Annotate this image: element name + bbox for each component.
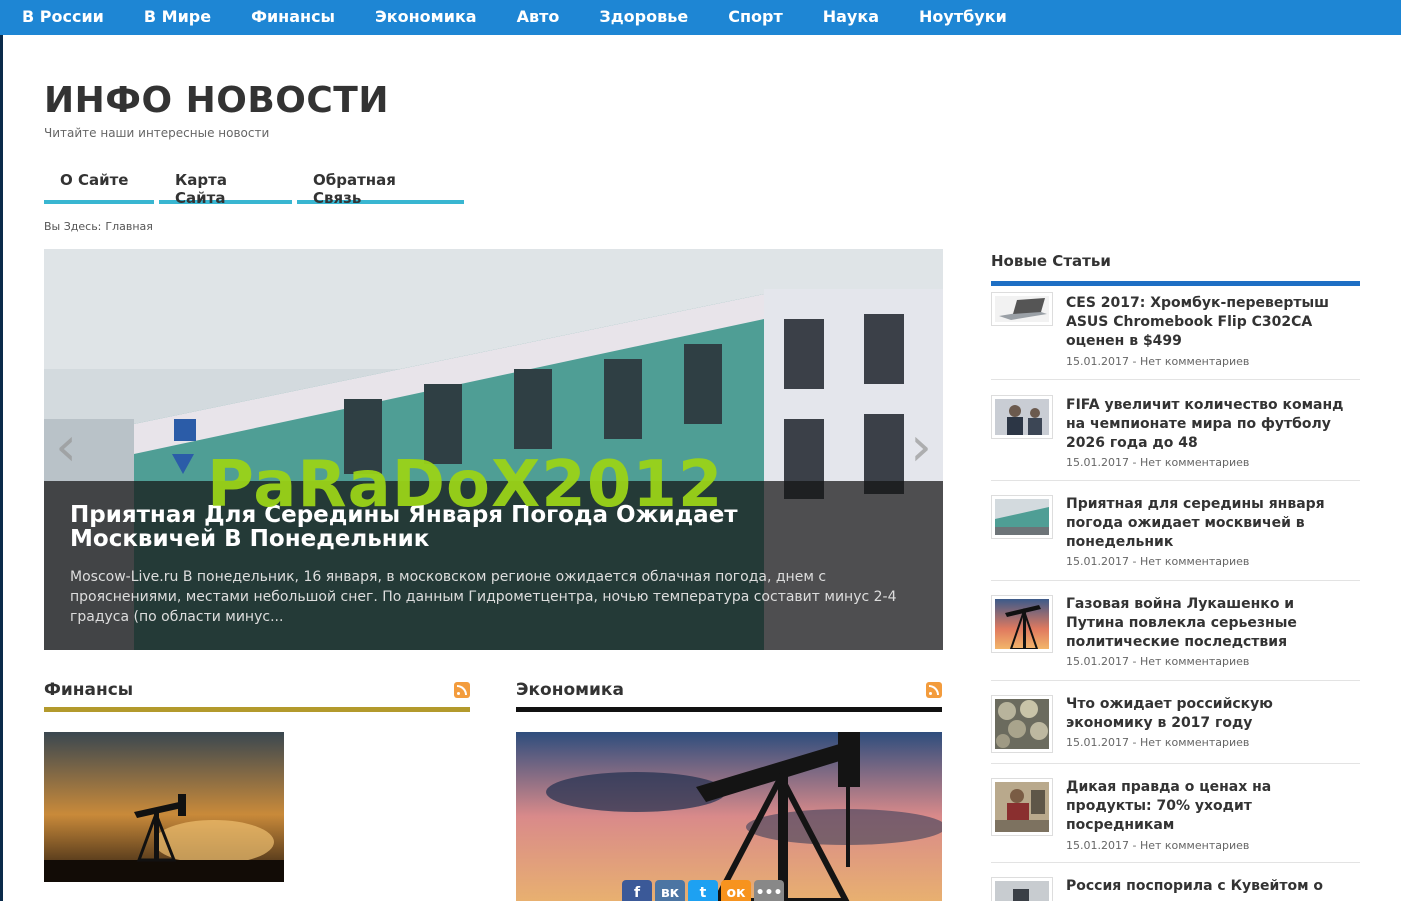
- slide-title[interactable]: Приятная Для Середины Января Погода Ожид…: [70, 503, 790, 551]
- post-title[interactable]: Россия поспорила с Кувейтом о: [1066, 877, 1356, 896]
- category-finance: Финансы: [44, 676, 470, 882]
- page-link-about[interactable]: О Сайте: [44, 166, 154, 204]
- category-finance-title[interactable]: Финансы: [44, 680, 133, 700]
- post-meta: 15.01.2017 - Нет комментариев: [1066, 736, 1250, 749]
- category-finance-heading: Финансы: [44, 676, 470, 712]
- odnoklassniki-icon[interactable]: ок: [721, 880, 751, 901]
- post-thumbnail[interactable]: [991, 695, 1053, 753]
- breadcrumb-label: Вы Здесь:: [44, 220, 102, 233]
- share-buttons: f вк t ок •••: [622, 880, 787, 901]
- list-item: Приятная для середины января погода ожид…: [991, 481, 1360, 581]
- sidebar-title: Новые Статьи: [991, 249, 1360, 286]
- page-link-sitemap[interactable]: Карта Сайта: [159, 166, 292, 207]
- left-edge-strip: [0, 0, 3, 901]
- nav-item-science[interactable]: Наука: [803, 0, 899, 35]
- post-title[interactable]: Приятная для середины января погода ожид…: [1066, 495, 1356, 552]
- more-icon[interactable]: •••: [754, 880, 784, 901]
- post-title[interactable]: FIFA увеличит количество команд на чемпи…: [1066, 396, 1356, 453]
- vk-icon[interactable]: вк: [655, 880, 685, 901]
- nav-item-economy[interactable]: Экономика: [355, 0, 497, 35]
- nav-item-finance[interactable]: Финансы: [231, 0, 355, 35]
- post-thumbnail[interactable]: [991, 877, 1053, 901]
- category-economy: Экономика: [516, 676, 942, 901]
- post-meta: 15.01.2017 - Нет комментариев: [1066, 555, 1250, 568]
- post-title[interactable]: CES 2017: Хромбук-перевертыш ASUS Chrome…: [1066, 294, 1356, 351]
- post-meta: 15.01.2017 - Нет комментариев: [1066, 839, 1250, 852]
- finance-article-image[interactable]: [44, 732, 284, 882]
- rss-icon[interactable]: [454, 682, 470, 698]
- list-item: Газовая война Лукашенко и Путина повлекл…: [991, 581, 1360, 681]
- slider-next-arrow[interactable]: ›: [901, 420, 941, 474]
- post-thumbnail[interactable]: [991, 292, 1053, 326]
- category-economy-heading: Экономика: [516, 676, 942, 712]
- nav-item-health[interactable]: Здоровье: [579, 0, 708, 35]
- post-thumbnail[interactable]: [991, 495, 1053, 539]
- facebook-icon[interactable]: f: [622, 880, 652, 901]
- breadcrumb: Вы Здесь: Главная: [44, 220, 153, 233]
- page-link-contact[interactable]: Обратная Связь: [297, 166, 464, 207]
- list-item: Дикая правда о ценах на продукты: 70% ух…: [991, 764, 1360, 863]
- post-thumbnail[interactable]: [991, 595, 1053, 653]
- list-item: FIFA увеличит количество команд на чемпи…: [991, 380, 1360, 481]
- post-title[interactable]: Газовая война Лукашенко и Путина повлекл…: [1066, 595, 1356, 652]
- sidebar-post-list: CES 2017: Хромбук-перевертыш ASUS Chrome…: [991, 286, 1360, 901]
- nav-item-laptops[interactable]: Ноутбуки: [899, 0, 1027, 35]
- site-title[interactable]: ИНФО НОВОСТИ: [44, 80, 389, 121]
- post-meta: 15.01.2017 - Нет комментариев: [1066, 655, 1250, 668]
- twitter-icon[interactable]: t: [688, 880, 718, 901]
- sidebar-recent-posts: Новые Статьи: [991, 249, 1360, 286]
- post-title[interactable]: Что ожидает российскую экономику в 2017 …: [1066, 695, 1356, 733]
- list-item: CES 2017: Хромбук-перевертыш ASUS Chrome…: [991, 286, 1360, 380]
- post-thumbnail[interactable]: [991, 778, 1053, 836]
- nav-item-sport[interactable]: Спорт: [708, 0, 803, 35]
- nav-item-auto[interactable]: Авто: [497, 0, 580, 35]
- nav-item-russia[interactable]: В России: [2, 0, 124, 35]
- slide-caption: Приятная Для Середины Января Погода Ожид…: [44, 481, 943, 650]
- site-description: Читайте наши интересные новости: [44, 126, 270, 140]
- featured-slider[interactable]: ‹ › Приятная Для Середины Января Погода …: [44, 249, 943, 650]
- economy-article-image[interactable]: [516, 732, 942, 901]
- post-title[interactable]: Дикая правда о ценах на продукты: 70% ух…: [1066, 778, 1356, 835]
- category-economy-title[interactable]: Экономика: [516, 680, 624, 700]
- nav-item-world[interactable]: В Мире: [124, 0, 231, 35]
- post-thumbnail[interactable]: [991, 395, 1053, 439]
- list-item: Что ожидает российскую экономику в 2017 …: [991, 681, 1360, 764]
- post-meta: 15.01.2017 - Нет комментариев: [1066, 355, 1250, 368]
- top-navigation: В России В Мире Финансы Экономика Авто З…: [0, 0, 1401, 35]
- breadcrumb-home-link[interactable]: Главная: [105, 220, 153, 233]
- rss-icon[interactable]: [926, 682, 942, 698]
- slide-excerpt: Moscow-Live.ru В понедельник, 16 января,…: [70, 569, 897, 625]
- list-item: Россия поспорила с Кувейтом о: [991, 863, 1360, 901]
- post-meta: 15.01.2017 - Нет комментариев: [1066, 456, 1250, 469]
- page-navigation: О Сайте Карта Сайта Обратная Связь: [44, 166, 469, 207]
- slider-prev-arrow[interactable]: ‹: [46, 420, 86, 474]
